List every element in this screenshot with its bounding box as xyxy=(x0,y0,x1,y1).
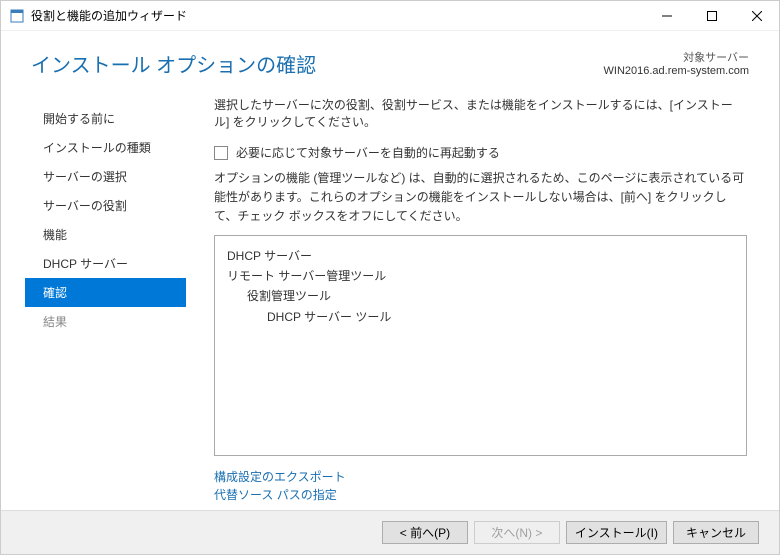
next-button: 次へ(N) > xyxy=(474,521,560,544)
wizard-sidebar: 開始する前に インストールの種類 サーバーの選択 サーバーの役割 機能 DHCP… xyxy=(21,96,186,510)
maximize-button[interactable] xyxy=(689,1,734,30)
window-title: 役割と機能の追加ウィザード xyxy=(31,7,644,24)
app-icon xyxy=(9,8,25,24)
wizard-footer: < 前へ(P) 次へ(N) > インストール(I) キャンセル xyxy=(1,510,779,554)
restart-checkbox-label: 必要に応じて対象サーバーを自動的に再起動する xyxy=(236,144,500,161)
header-area: インストール オプションの確認 対象サーバー WIN2016.ad.rem-sy… xyxy=(1,31,779,96)
restart-checkbox-row[interactable]: 必要に応じて対象サーバーを自動的に再起動する xyxy=(214,144,747,161)
target-server-label: 対象サーバー xyxy=(604,49,749,65)
sidebar-item-features[interactable]: 機能 xyxy=(25,220,186,249)
sidebar-item-confirmation[interactable]: 確認 xyxy=(25,278,186,307)
alternate-source-path-link[interactable]: 代替ソース パスの指定 xyxy=(214,486,747,504)
restart-checkbox[interactable] xyxy=(214,146,228,160)
sidebar-item-server-selection[interactable]: サーバーの選択 xyxy=(25,162,186,191)
target-server-name: WIN2016.ad.rem-system.com xyxy=(604,65,749,77)
page-title: インストール オプションの確認 xyxy=(31,49,316,78)
feature-item: 役割管理ツール xyxy=(227,286,734,306)
titlebar: 役割と機能の追加ウィザード xyxy=(1,1,779,31)
close-button[interactable] xyxy=(734,1,779,30)
install-button[interactable]: インストール(I) xyxy=(566,521,667,544)
content-panel: 選択したサーバーに次の役割、役割サービス、または機能をインストールするには、[イ… xyxy=(186,96,759,510)
feature-item: DHCP サーバー xyxy=(227,246,734,266)
sidebar-item-before-you-begin[interactable]: 開始する前に xyxy=(25,104,186,133)
sidebar-item-server-roles[interactable]: サーバーの役割 xyxy=(25,191,186,220)
sidebar-item-results: 結果 xyxy=(25,307,186,336)
feature-item: DHCP サーバー ツール xyxy=(227,307,734,327)
explain-text: オプションの機能 (管理ツールなど) は、自動的に選択されるため、このページに表… xyxy=(214,169,747,227)
feature-list: DHCP サーバー リモート サーバー管理ツール 役割管理ツール DHCP サー… xyxy=(214,235,747,456)
target-server-info: 対象サーバー WIN2016.ad.rem-system.com xyxy=(604,49,749,77)
feature-item: リモート サーバー管理ツール xyxy=(227,266,734,286)
instruction-text: 選択したサーバーに次の役割、役割サービス、または機能をインストールするには、[イ… xyxy=(214,96,747,130)
cancel-button[interactable]: キャンセル xyxy=(673,521,759,544)
sidebar-item-installation-type[interactable]: インストールの種類 xyxy=(25,133,186,162)
export-configuration-link[interactable]: 構成設定のエクスポート xyxy=(214,468,747,486)
minimize-button[interactable] xyxy=(644,1,689,30)
sidebar-item-dhcp-server[interactable]: DHCP サーバー xyxy=(25,249,186,278)
previous-button[interactable]: < 前へ(P) xyxy=(382,521,468,544)
